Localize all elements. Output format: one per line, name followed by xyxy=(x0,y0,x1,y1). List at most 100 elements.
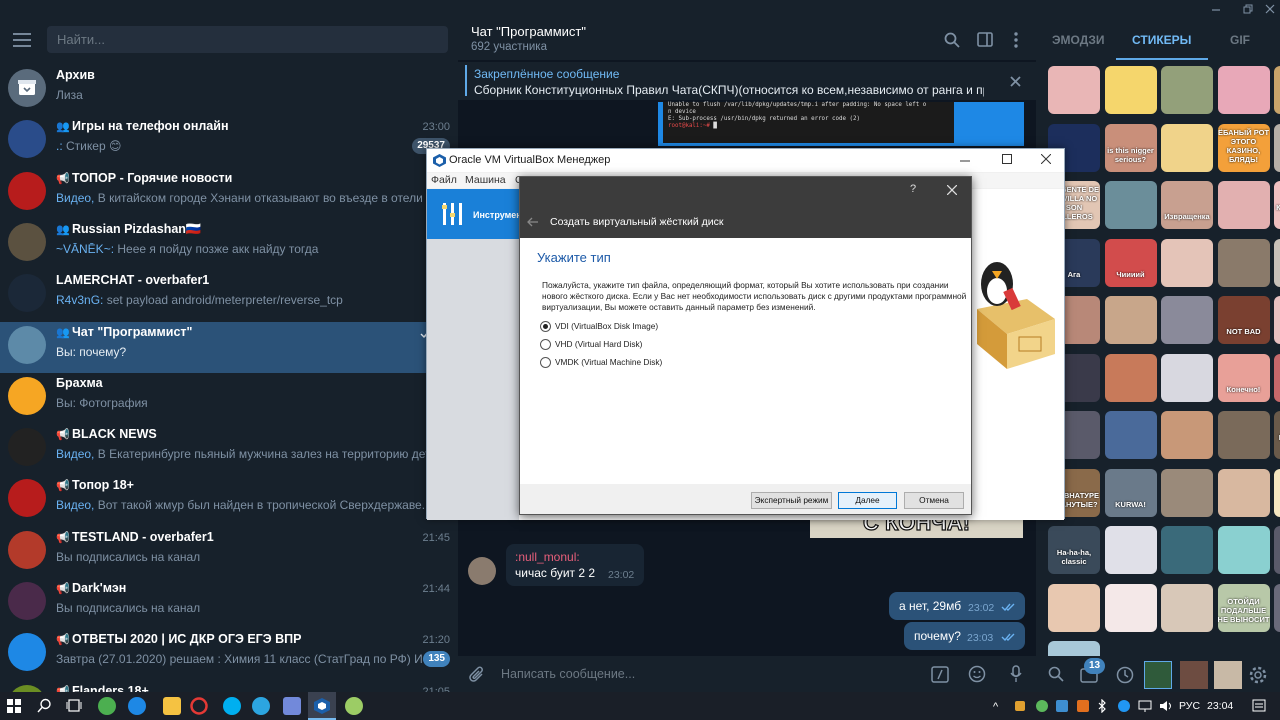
sticker[interactable]: Извращенка xyxy=(1161,181,1213,229)
sticker[interactable] xyxy=(1048,583,1100,632)
window-maximize-icon[interactable] xyxy=(1002,154,1012,164)
sticker[interactable]: ОТОЙДИ ПОДАЛЬШЕ НЕ ВЫНОСИТ xyxy=(1217,583,1270,632)
opera-browser-icon[interactable] xyxy=(190,697,208,715)
sticker[interactable] xyxy=(1274,123,1280,172)
network-icon[interactable] xyxy=(1138,700,1152,712)
windows-start-icon[interactable] xyxy=(7,699,21,713)
virtualbox-taskbar-icon[interactable] xyxy=(308,692,336,720)
message-composer[interactable]: Написать сообщение... xyxy=(458,656,1036,692)
sticker[interactable] xyxy=(1161,296,1213,344)
search-input[interactable]: Найти... xyxy=(47,26,448,53)
sticker[interactable] xyxy=(1217,411,1270,459)
radio-indicator[interactable] xyxy=(540,339,551,350)
sticker[interactable] xyxy=(1217,468,1270,517)
sticker[interactable] xyxy=(1104,411,1157,459)
chat-list-item[interactable]: LAMERCHAT - overbafer1 R4v3nG: set payloa… xyxy=(0,270,458,321)
next-button[interactable]: Далее xyxy=(838,492,897,509)
cancel-button[interactable]: Отмена xyxy=(904,492,964,509)
chat-list-item[interactable]: 📢 TESTLAND - overbafer1 Вы подписались на … xyxy=(0,527,458,578)
chat-list-item[interactable]: 👥Чат "Программист"Вы: почему?2 xyxy=(0,321,458,373)
sticker[interactable] xyxy=(1274,66,1280,114)
sticker[interactable]: KURWA! xyxy=(1104,468,1157,517)
sticker[interactable] xyxy=(1161,238,1213,287)
close-icon[interactable] xyxy=(947,185,957,195)
chat-list-item[interactable]: 📢 Топор 18+ Видео, Вот такой жмур был найд… xyxy=(0,475,458,526)
window-minimize-icon[interactable] xyxy=(960,156,970,166)
expert-mode-button[interactable]: Экспертный режим xyxy=(751,492,832,509)
chat-list-item[interactable]: 👥 Игры на телефон онлайн.: Стикер 😊 23:00 2… xyxy=(0,116,458,167)
sticker[interactable] xyxy=(1217,66,1270,114)
discord-icon[interactable] xyxy=(283,697,301,715)
sticker-set-thumbnail[interactable] xyxy=(1144,661,1172,689)
file-explorer-icon[interactable] xyxy=(163,697,181,715)
volume-icon[interactable] xyxy=(1159,700,1173,712)
clock[interactable]: 23:04 xyxy=(1207,700,1233,712)
sticker[interactable] xyxy=(1274,353,1280,402)
chat-list-item[interactable]: 📢 ТОПОР - Горячие новости Видео, В китайск… xyxy=(0,168,458,219)
search-icon[interactable] xyxy=(944,32,960,48)
sticker[interactable] xyxy=(1217,526,1270,574)
sticker[interactable] xyxy=(1274,296,1280,344)
sticker[interactable]: ЗЕРНО КАЗАТЬСЯ!!! ЕРУНДА xyxy=(1274,181,1280,229)
tray-expand-icon[interactable]: ^ xyxy=(993,701,998,713)
sticker[interactable] xyxy=(1104,353,1157,402)
sticker[interactable] xyxy=(1274,468,1280,517)
pinned-message[interactable]: Закреплённое сообщение Сборник Конституц… xyxy=(458,62,1036,100)
tab-stickers[interactable]: СТИКЕРЫ xyxy=(1132,33,1191,47)
telegram-icon[interactable] xyxy=(252,697,270,715)
sticker[interactable] xyxy=(1217,181,1270,229)
tools-item[interactable]: Инструмент xyxy=(427,189,526,239)
chat-list-item[interactable]: 📢 BLACK NEWS Видео, В Екатеринбурге пьяный… xyxy=(0,424,458,475)
sticker[interactable] xyxy=(1161,411,1213,459)
help-button[interactable]: ? xyxy=(910,183,916,195)
sticker[interactable] xyxy=(1217,238,1270,287)
sticker[interactable] xyxy=(1104,526,1157,574)
chat-list-item[interactable]: Архив Лиза xyxy=(0,65,458,116)
sticker[interactable]: Конечно! xyxy=(1217,353,1270,402)
message-bubble-incoming[interactable]: :null_monul: чичас буит 2 2 23:02 xyxy=(506,544,644,586)
search-icon[interactable] xyxy=(37,698,52,713)
back-arrow-icon[interactable] xyxy=(527,217,539,227)
hamburger-menu-icon[interactable] xyxy=(13,33,33,47)
window-restore-icon[interactable] xyxy=(1243,4,1253,14)
tab-emoji[interactable]: ЭМОДЗИ xyxy=(1052,33,1105,47)
message-input[interactable]: Написать сообщение... xyxy=(501,667,635,681)
sticker[interactable]: Чиииий xyxy=(1104,238,1157,287)
radio-vhd[interactable]: VHD (Virtual Hard Disk) xyxy=(540,338,840,352)
window-close-icon[interactable] xyxy=(1041,154,1051,164)
search-icon[interactable] xyxy=(1048,666,1064,682)
sticker[interactable]: ВЫ ЧЁ, ЕБАНУТЫЕ ТО ЛИ? xyxy=(1274,411,1280,459)
radio-indicator[interactable] xyxy=(540,321,551,332)
microphone-icon[interactable] xyxy=(1010,665,1022,683)
bluetooth-icon[interactable] xyxy=(1098,699,1106,713)
sticker[interactable] xyxy=(1274,526,1280,574)
more-options-icon[interactable] xyxy=(1014,32,1018,48)
window-minimize-icon[interactable] xyxy=(1211,4,1221,14)
window-close-icon[interactable] xyxy=(1265,4,1275,14)
app-icon[interactable] xyxy=(345,697,363,715)
chat-list-item[interactable]: Брахма Вы: Фотография xyxy=(0,373,458,424)
chat-list-item[interactable]: 📢 ОТВЕТЫ 2020 | ИС ДКР ОГЭ ЕГЭ ВПР Завтра … xyxy=(0,629,458,680)
chat-list-item[interactable]: 📢 Dark'мэн Вы подписались на канал 21:44 xyxy=(0,578,458,629)
sticker[interactable]: is this nigger serious? xyxy=(1104,123,1157,172)
sticker[interactable] xyxy=(1161,583,1213,632)
task-view-icon[interactable] xyxy=(66,698,82,713)
message-bubble-outgoing[interactable]: почему? 23:03 xyxy=(904,622,1025,650)
close-icon[interactable] xyxy=(1010,76,1021,87)
input-language[interactable]: РУС xyxy=(1179,700,1200,712)
photo-message[interactable]: Unable to flush /var/lib/dpkg/updates/tm… xyxy=(658,102,1024,146)
avatar[interactable] xyxy=(468,557,496,585)
sidebar-toggle-icon[interactable] xyxy=(977,32,993,47)
sticker[interactable] xyxy=(1104,583,1157,632)
chat-header[interactable]: Чат "Программист" 692 участника xyxy=(458,0,1036,60)
window-titlebar[interactable]: Oracle VM VirtualBox Менеджер xyxy=(427,149,1064,172)
menu-file[interactable]: Файл xyxy=(431,174,457,186)
torrent-app-icon[interactable] xyxy=(98,697,116,715)
radio-vdi[interactable]: VDI (VirtualBox Disk Image) xyxy=(540,320,840,334)
menu-machine[interactable]: Машина xyxy=(465,174,506,186)
sticker[interactable] xyxy=(1104,296,1157,344)
sticker[interactable]: NOT BAD xyxy=(1217,296,1270,344)
tray-app-icon[interactable] xyxy=(1015,701,1025,711)
sticker[interactable]: ЁБАНЫЙ РОТ ЭТОГО КАЗИНО, БЛЯДЬ! xyxy=(1217,123,1270,172)
notifications-icon[interactable] xyxy=(1252,699,1266,713)
